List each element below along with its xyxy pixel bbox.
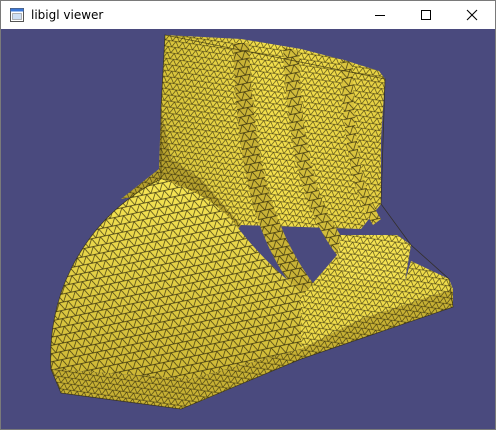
minimize-icon — [375, 15, 385, 16]
maximize-icon — [421, 10, 431, 20]
window-title: libigl viewer — [31, 8, 104, 22]
close-button[interactable] — [449, 1, 495, 29]
maximize-button[interactable] — [403, 1, 449, 29]
close-icon — [466, 9, 478, 21]
minimize-button[interactable] — [357, 1, 403, 29]
window-app-icon — [9, 7, 25, 23]
title-bar[interactable]: libigl viewer — [1, 1, 495, 29]
mesh-render — [50, 34, 454, 410]
window-controls — [357, 1, 495, 29]
libigl-viewer-window: libigl viewer — [0, 0, 496, 430]
3d-viewport[interactable] — [1, 29, 495, 429]
